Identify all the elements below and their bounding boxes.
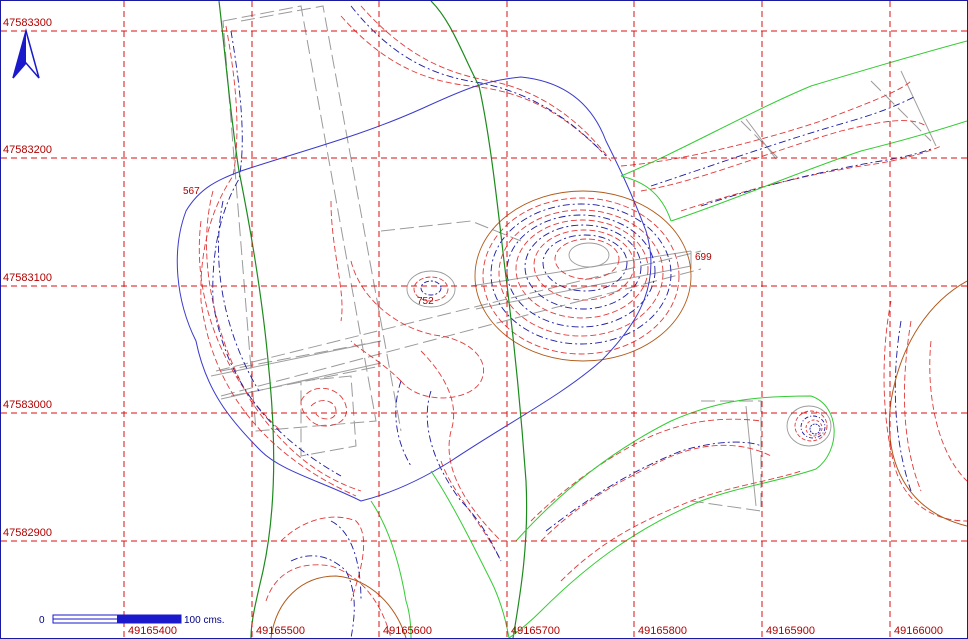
grid-label-x: 49165500 [256, 625, 305, 637]
road-lines [370, 40, 967, 638]
grid-label-x: 49165900 [766, 625, 815, 637]
north-arrow-icon [12, 28, 40, 79]
scale-bar-start: 0 [39, 615, 45, 626]
scale-bar-end: 100 cms. [184, 615, 225, 626]
grid-label-y: 47583000 [3, 399, 52, 411]
grid-label-y: 47583300 [3, 17, 52, 29]
grid-label-y: 47583200 [3, 144, 52, 156]
grid-label-x: 49165700 [511, 625, 560, 637]
map-viewport[interactable]: 47583300 47583200 47583100 47583000 4758… [0, 0, 968, 639]
point-label-752: 752 [417, 296, 434, 307]
grid-label-x: 49165400 [128, 625, 177, 637]
grid-y-labels: 47583300 47583200 47583100 47583000 4758… [3, 17, 52, 539]
grid-label-x: 49165600 [383, 625, 432, 637]
knoll-right [786, 405, 832, 447]
brown-outlines [270, 280, 967, 638]
grid-label-x: 49165800 [638, 625, 687, 637]
grid-label-y: 47583100 [3, 272, 52, 284]
contours-blue [212, 5, 932, 638]
grid-x-labels: 49165400 49165500 49165600 49165700 4916… [128, 625, 943, 637]
point-label-567: 567 [183, 186, 200, 197]
river-lines [218, 1, 528, 638]
grid-label-x: 49166000 [894, 625, 943, 637]
contours-red [198, 5, 967, 638]
point-label-699: 699 [695, 252, 712, 263]
coordinate-grid [1, 1, 967, 638]
corridor-strips [210, 70, 937, 507]
grid-label-y: 47582900 [3, 527, 52, 539]
